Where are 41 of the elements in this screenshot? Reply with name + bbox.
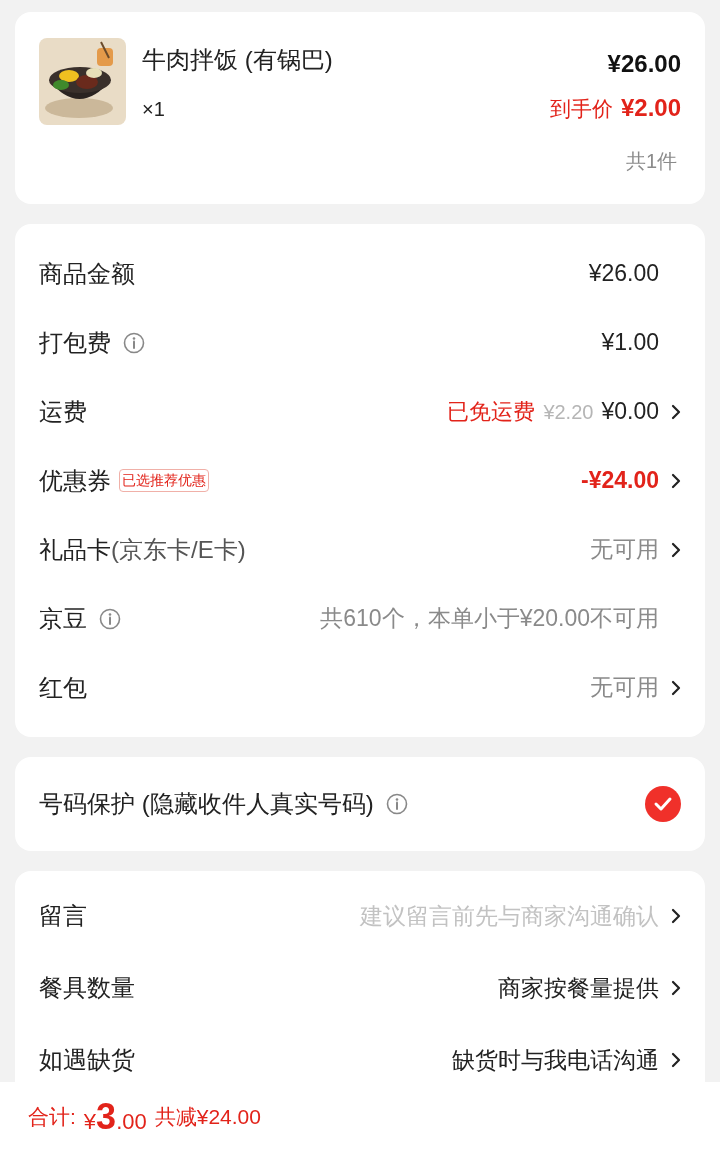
chevron-right-icon xyxy=(671,1052,681,1068)
product-quantity: ×1 xyxy=(142,97,166,122)
fee-label: 运费 xyxy=(39,396,87,427)
fee-value: ¥26.00 xyxy=(588,259,659,289)
free-shipping-note: 已免运费 xyxy=(447,398,536,426)
fee-value[interactable]: -¥24.00 xyxy=(581,463,659,498)
check-icon xyxy=(653,796,673,812)
info-icon[interactable] xyxy=(123,331,145,354)
product-name: 牛肉拌饭 (有锅巴) xyxy=(142,45,334,75)
final-price: ¥2.00 xyxy=(620,93,681,123)
privacy-label: 号码保护 (隐藏收件人真实号码) xyxy=(39,789,374,819)
fee-label: 红包 xyxy=(39,672,87,703)
coupon-tag: 已选推荐优惠 xyxy=(119,469,209,492)
fee-label: 优惠券 xyxy=(39,465,111,496)
fee-value[interactable]: 无可用 xyxy=(590,532,659,567)
chevron-right-icon xyxy=(671,980,681,996)
option-label: 餐具数量 xyxy=(39,973,135,1003)
item-count: 共1件 xyxy=(625,149,677,174)
option-label: 留言 xyxy=(39,901,87,931)
fee-value[interactable]: ¥0.00 xyxy=(601,394,659,429)
fee-label-note: (京东卡/E卡) xyxy=(111,534,246,565)
original-price: ¥2.20 xyxy=(543,399,594,425)
fee-label: 礼品卡 xyxy=(39,534,111,565)
chevron-right-icon xyxy=(671,908,681,924)
option-value[interactable]: 商家按餐量提供 xyxy=(498,970,659,1006)
info-icon[interactable] xyxy=(385,793,408,815)
fee-label: 商品金额 xyxy=(39,258,135,289)
fee-label: 京豆 xyxy=(39,603,87,634)
fee-value: 共610个，本单小于¥20.00不可用 xyxy=(320,604,659,634)
privacy-checkbox[interactable] xyxy=(645,786,681,822)
total-amount: ¥3.00 xyxy=(83,1094,147,1139)
option-value[interactable]: 缺货时与我电话沟通 xyxy=(452,1042,659,1078)
total-label: 合计: xyxy=(28,1103,76,1130)
product-price: ¥26.00 xyxy=(607,49,681,79)
option-label: 如遇缺货 xyxy=(39,1045,135,1075)
info-icon[interactable] xyxy=(99,607,121,630)
fee-value[interactable]: 无可用 xyxy=(590,670,659,705)
fee-label: 打包费 xyxy=(39,327,111,358)
total-saving: 共减¥24.00 xyxy=(154,1103,261,1130)
final-price-label: 到手价 xyxy=(549,96,613,122)
fee-value: ¥1.00 xyxy=(601,328,659,358)
